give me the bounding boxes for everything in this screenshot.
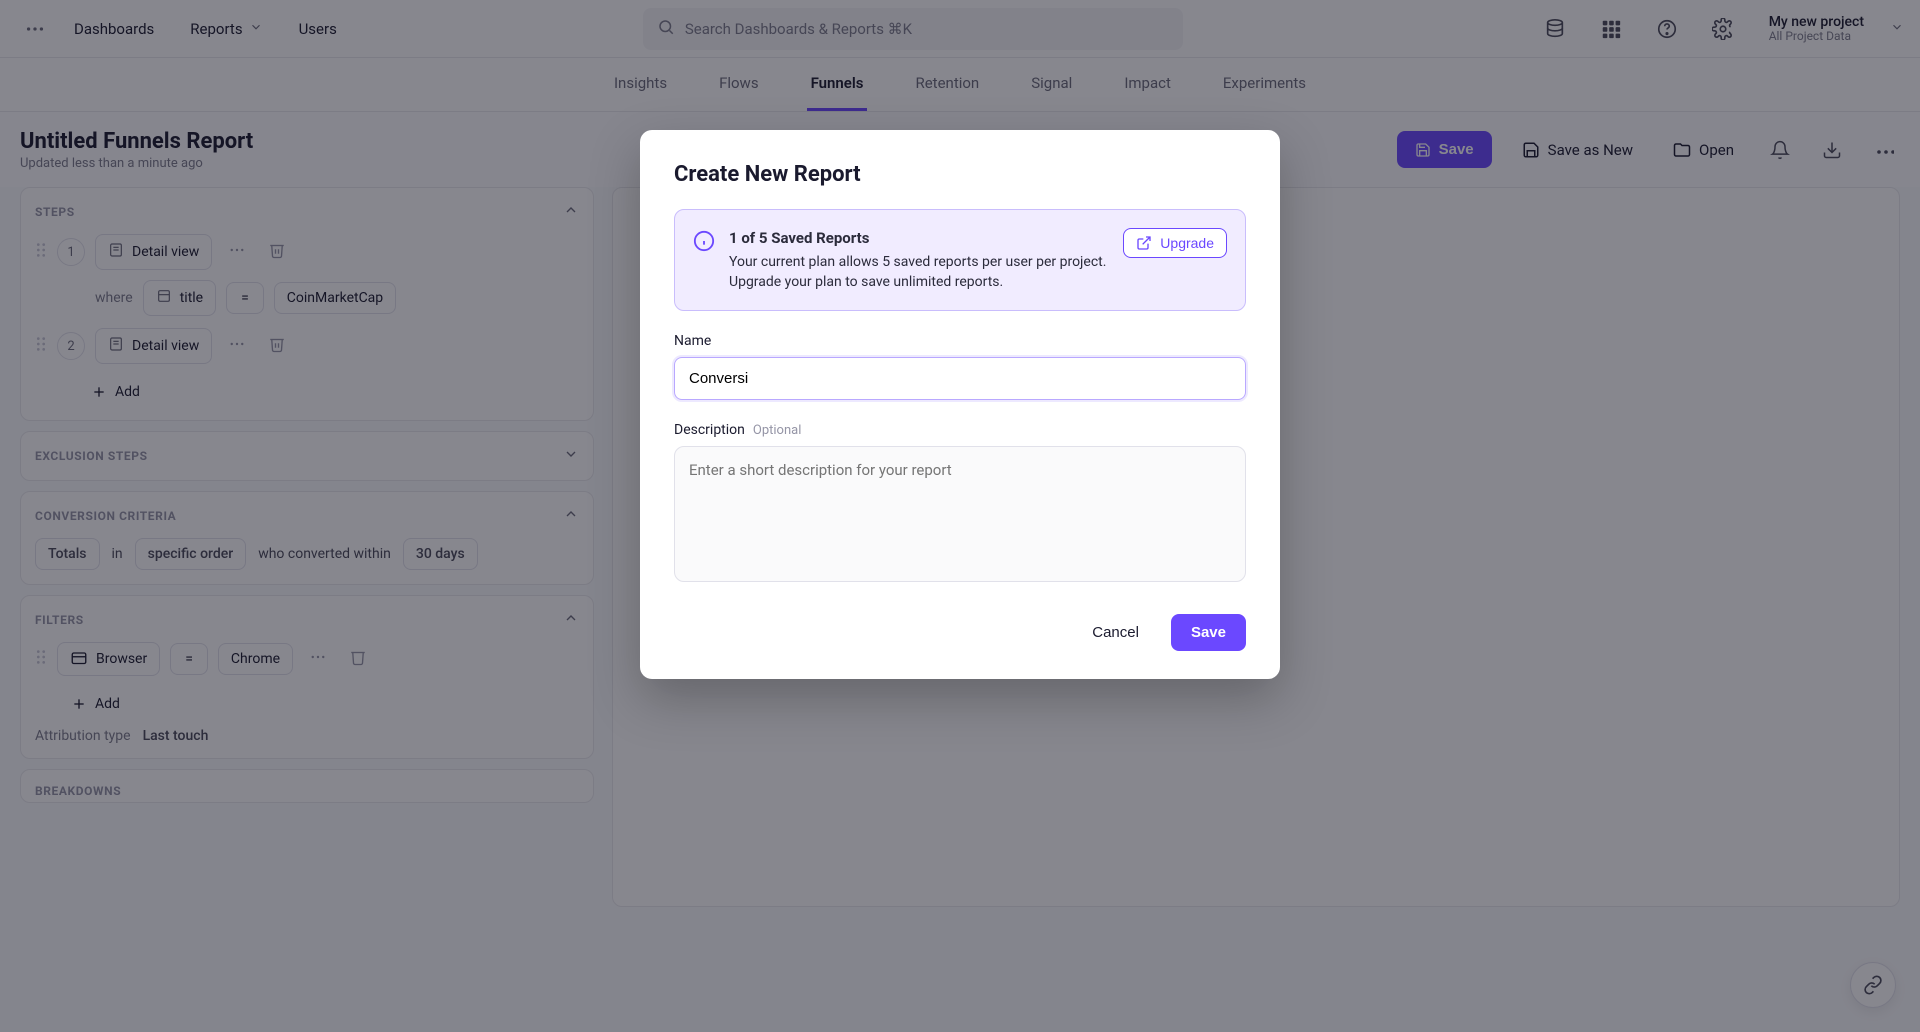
- desc-field-label: Description Optional: [674, 422, 1246, 438]
- name-field-label: Name: [674, 333, 1246, 349]
- desc-label: Description: [674, 422, 745, 438]
- report-description-input[interactable]: [674, 446, 1246, 582]
- modal-title: Create New Report: [674, 162, 1246, 187]
- cancel-button[interactable]: Cancel: [1074, 614, 1157, 651]
- upgrade-button-label: Upgrade: [1160, 235, 1214, 251]
- create-report-modal: Create New Report 1 of 5 Saved Reports Y…: [640, 130, 1280, 679]
- upgrade-button[interactable]: Upgrade: [1123, 228, 1227, 258]
- banner-title: 1 of 5 Saved Reports: [729, 228, 1109, 249]
- info-icon: [693, 230, 715, 256]
- desc-optional-label: Optional: [753, 423, 801, 438]
- report-name-input[interactable]: [674, 357, 1246, 400]
- modal-overlay[interactable]: Create New Report 1 of 5 Saved Reports Y…: [0, 0, 1920, 1032]
- banner-body: Your current plan allows 5 saved reports…: [729, 254, 1106, 290]
- modal-save-button[interactable]: Save: [1171, 614, 1246, 651]
- upgrade-banner: 1 of 5 Saved Reports Your current plan a…: [674, 209, 1246, 311]
